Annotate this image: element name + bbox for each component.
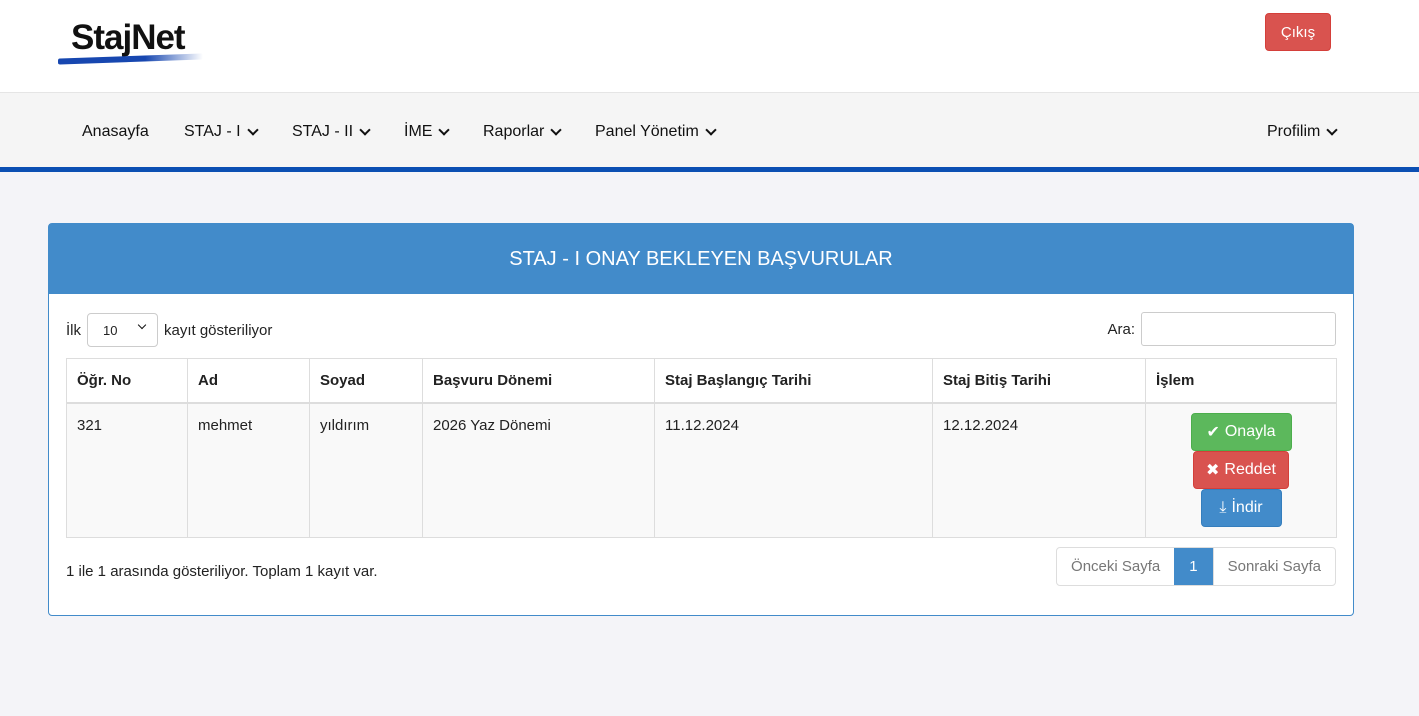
page-length-select[interactable]: 10	[87, 313, 158, 347]
cell-bitis: 12.12.2024	[932, 402, 1146, 538]
next-page-button[interactable]: Sonraki Sayfa	[1212, 548, 1335, 585]
table-row: 321 mehmet yıldırım 2026 Yaz Dönemi 11.1…	[66, 402, 1337, 538]
chevron-down-icon	[359, 124, 371, 136]
cell-no: 321	[66, 402, 188, 538]
col-baslangic[interactable]: Staj Başlangıç Tarihi	[654, 358, 933, 404]
page-length-control: İlk 10 kayıt gösteriliyor	[66, 313, 272, 347]
table-info: 1 ile 1 arasında gösteriliyor. Toplam 1 …	[66, 563, 378, 580]
pagination: Önceki Sayfa 1 Sonraki Sayfa	[1056, 547, 1336, 586]
header: StajNet Çıkış	[0, 0, 1419, 92]
nav-ime[interactable]: İME	[404, 123, 452, 141]
page-1-button[interactable]: 1	[1174, 548, 1213, 585]
cell-donem: 2026 Yaz Dönemi	[422, 402, 655, 538]
applications-panel: STAJ - I ONAY BEKLEYEN BAŞVURULAR İlk 10…	[48, 223, 1354, 616]
cell-ad: mehmet	[187, 402, 310, 538]
prev-page-button[interactable]: Önceki Sayfa	[1057, 548, 1174, 585]
col-donem[interactable]: Başvuru Dönemi	[422, 358, 655, 404]
nav-profile[interactable]: Profilim	[1267, 123, 1340, 141]
cell-actions: ✔ Onayla ✖ Reddet ⤓ İndir	[1145, 402, 1337, 538]
nav-panel-yonetim[interactable]: Panel Yönetim	[595, 123, 719, 141]
chevron-down-icon	[438, 124, 451, 136]
col-islem: İşlem	[1145, 358, 1337, 404]
navbar: Anasayfa STAJ - I STAJ - II İME Raporlar…	[0, 92, 1419, 172]
check-icon: ✔	[1206, 423, 1220, 441]
search-control: Ara:	[1107, 312, 1336, 346]
chevron-down-icon	[137, 320, 147, 330]
col-ogr-no[interactable]: Öğr. No	[66, 358, 188, 404]
cell-baslangic: 11.12.2024	[654, 402, 933, 538]
chevron-down-icon	[1326, 124, 1339, 136]
nav-staj-2[interactable]: STAJ - II	[292, 123, 373, 141]
reject-button[interactable]: ✖ Reddet	[1193, 450, 1289, 489]
nav-raporlar[interactable]: Raporlar	[483, 123, 564, 141]
chevron-down-icon	[550, 124, 563, 136]
download-icon: ⤓	[1219, 498, 1227, 516]
close-icon: ✖	[1206, 461, 1220, 479]
download-button[interactable]: ⤓ İndir	[1200, 488, 1282, 527]
logout-button[interactable]: Çıkış	[1265, 13, 1331, 51]
chevron-down-icon	[246, 124, 259, 136]
nav-anasayfa[interactable]: Anasayfa	[82, 123, 149, 141]
logo[interactable]: StajNet	[56, 18, 206, 66]
nav-staj-1[interactable]: STAJ - I	[184, 123, 261, 141]
panel-title: STAJ - I ONAY BEKLEYEN BAŞVURULAR	[49, 224, 1353, 294]
col-ad[interactable]: Ad	[187, 358, 310, 404]
cell-soyad: yıldırım	[309, 402, 423, 538]
chevron-down-icon	[705, 124, 717, 136]
col-bitis[interactable]: Staj Bitiş Tarihi	[932, 358, 1146, 404]
search-input[interactable]	[1141, 312, 1336, 346]
applications-table: Öğr. No Ad Soyad Başvuru Dönemi Staj Baş…	[66, 358, 1337, 538]
approve-button[interactable]: ✔ Onayla	[1190, 412, 1292, 451]
col-soyad[interactable]: Soyad	[309, 358, 423, 404]
